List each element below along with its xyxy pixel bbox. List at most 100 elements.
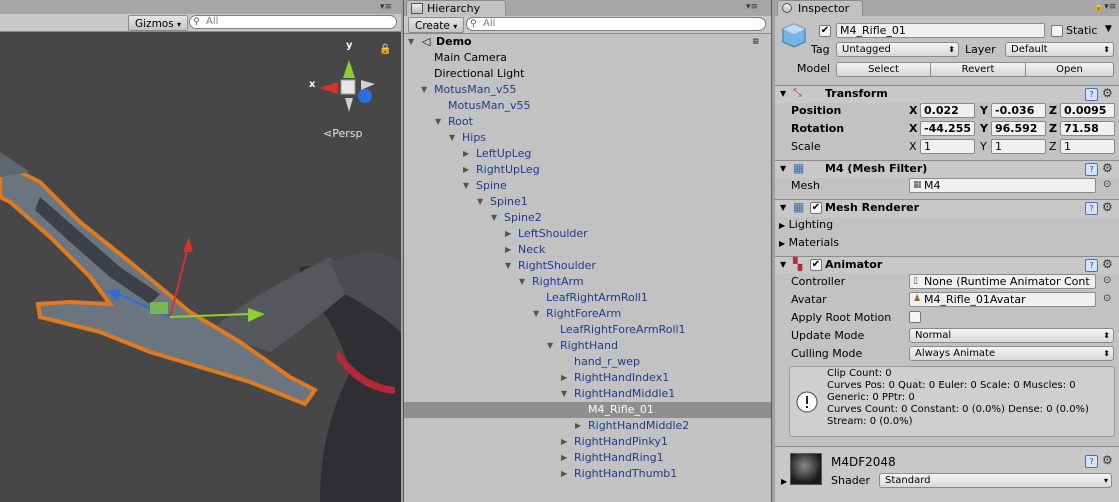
position-z-label[interactable]: Z (1049, 104, 1057, 117)
persp-toggle[interactable]: ⋖Persp (323, 127, 362, 140)
object-picker-icon[interactable]: ⊙ (1103, 293, 1111, 304)
chevron-down-icon[interactable]: ▼ (1105, 24, 1112, 34)
object-name-field[interactable]: M4_Rifle_01 (836, 23, 1045, 38)
position-x-field[interactable]: 0.022 (920, 103, 975, 118)
hierarchy-item[interactable]: ▼ Spine2 (404, 210, 771, 226)
tab-hierarchy[interactable]: Hierarchy (406, 0, 506, 16)
create-button[interactable]: Create ▾ (408, 17, 465, 33)
scene-menu-icon[interactable]: ▾≡ (380, 2, 392, 12)
rotation-x-label[interactable]: X (909, 122, 917, 135)
lock-icon[interactable]: 🔒▾≡ (1093, 2, 1116, 12)
help-icon[interactable]: ? (1085, 88, 1098, 101)
rotation-y-label[interactable]: Y (980, 122, 988, 135)
shader-dropdown[interactable]: Standard ▾ (879, 473, 1112, 488)
hierarchy-item[interactable]: ▶ RightHandMiddle2 (404, 418, 771, 434)
expand-arrow-icon[interactable]: ▶ (575, 418, 581, 434)
mesh-field[interactable]: ▦ M4 (909, 178, 1096, 193)
collapse-arrow-icon[interactable]: ▼ (533, 306, 539, 322)
hierarchy-item[interactable]: ▶ Neck (404, 242, 771, 258)
hierarchy-item[interactable]: LeafRightForeArmRoll1 (404, 322, 771, 338)
hierarchy-item[interactable]: ▶ RightHandPinky1 (404, 434, 771, 450)
expand-arrow-icon[interactable]: ▼ (408, 34, 414, 50)
collapse-arrow-icon[interactable]: ▼ (491, 210, 497, 226)
collapse-arrow-icon[interactable]: ▼ (505, 258, 511, 274)
hierarchy-item[interactable]: ▼ RightArm (404, 274, 771, 290)
scene-menu-icon[interactable]: ≡ (752, 34, 760, 50)
scale-y-label[interactable]: Y (980, 140, 987, 153)
expand-arrow-icon[interactable]: ▶ (463, 146, 469, 162)
position-y-field[interactable]: -0.036 (991, 103, 1046, 118)
collapse-arrow-icon[interactable]: ▼ (561, 386, 567, 402)
hierarchy-item[interactable]: ▶ LeftUpLeg (404, 146, 771, 162)
scene-root-row[interactable]: ▼ ◁ Demo ≡ (404, 34, 771, 50)
mesh-renderer-header[interactable]: ▼ ▦ ✔ Mesh Renderer ? ⚙ (775, 199, 1119, 217)
gear-icon[interactable]: ⚙ (1102, 453, 1113, 467)
collapse-arrow-icon[interactable]: ▼ (421, 82, 427, 98)
layer-dropdown[interactable]: Default ⬍ (1005, 42, 1114, 57)
tab-inspector[interactable]: Inspector (777, 0, 863, 16)
collapse-arrow-icon[interactable]: ▼ (477, 194, 483, 210)
collapse-arrow-icon[interactable]: ▼ (449, 130, 455, 146)
gear-icon[interactable]: ⚙ (1102, 86, 1113, 100)
help-icon[interactable]: ? (1085, 455, 1098, 468)
help-icon[interactable]: ? (1085, 163, 1098, 176)
collapse-arrow-icon[interactable]: ▼ (519, 274, 525, 290)
help-icon[interactable]: ? (1085, 202, 1098, 215)
active-checkbox[interactable]: ✔ (819, 25, 831, 37)
scene-search-input[interactable]: ⚲ All (189, 15, 397, 29)
hierarchy-item[interactable]: Directional Light (404, 66, 771, 82)
fold-arrow-icon[interactable]: ▼ (780, 260, 786, 269)
hierarchy-search-input[interactable]: ⚲ All (466, 17, 766, 31)
hierarchy-item-selected[interactable]: M4_Rifle_01 (404, 402, 771, 418)
scale-y-field[interactable]: 1 (991, 139, 1046, 154)
hierarchy-item[interactable]: ▼ RightHandMiddle1 (404, 386, 771, 402)
hierarchy-item[interactable]: ▼ Spine (404, 178, 771, 194)
mesh-filter-header[interactable]: ▼ ▦ M4 (Mesh Filter) ? ⚙ (775, 160, 1119, 178)
rotation-z-field[interactable]: 71.58 (1060, 121, 1115, 136)
collapse-arrow-icon[interactable]: ▼ (435, 114, 441, 130)
hierarchy-item[interactable]: ▼ RightHand (404, 338, 771, 354)
static-checkbox[interactable] (1051, 25, 1063, 37)
hierarchy-item[interactable]: ▶ RightUpLeg (404, 162, 771, 178)
position-z-field[interactable]: 0.0095 (1060, 103, 1115, 118)
culling-mode-dropdown[interactable]: Always Animate ⬍ (909, 346, 1114, 361)
scale-x-label[interactable]: X (909, 140, 917, 153)
fold-arrow-icon[interactable]: ▼ (780, 164, 786, 173)
expand-arrow-icon[interactable]: ▶ (505, 242, 511, 258)
object-picker-icon[interactable]: ⊙ (1103, 275, 1111, 286)
hierarchy-item[interactable]: LeafRightArmRoll1 (404, 290, 771, 306)
expand-arrow-icon[interactable]: ▶ (505, 226, 511, 242)
mesh-renderer-enabled-checkbox[interactable]: ✔ (810, 202, 822, 214)
orientation-gizmo[interactable] (305, 40, 385, 120)
help-icon[interactable]: ? (1085, 259, 1098, 272)
hierarchy-item[interactable]: Main Camera (404, 50, 771, 66)
lock-icon[interactable]: 🔒 (379, 44, 391, 55)
fold-arrow-icon[interactable]: ▼ (780, 203, 786, 212)
position-x-label[interactable]: X (909, 104, 917, 117)
expand-arrow-icon[interactable]: ▶ (561, 434, 567, 450)
expand-arrow-icon[interactable]: ▶ (463, 162, 469, 178)
hierarchy-item[interactable]: hand_r_wep (404, 354, 771, 370)
hierarchy-item[interactable]: ▶ RightHandIndex1 (404, 370, 771, 386)
apply-root-motion-checkbox[interactable] (909, 311, 921, 323)
transform-header[interactable]: ▼ ⤡ Transform ? ⚙ (775, 85, 1119, 103)
avatar-field[interactable]: ♟ M4_Rifle_01Avatar (909, 292, 1096, 307)
scale-z-label[interactable]: Z (1049, 140, 1057, 153)
object-picker-icon[interactable]: ⊙ (1103, 179, 1111, 190)
hierarchy-item[interactable]: ▼ Root (404, 114, 771, 130)
controller-field[interactable]: ▯ None (Runtime Animator Cont (909, 274, 1096, 289)
hierarchy-item[interactable]: MotusMan_v55 (404, 98, 771, 114)
hierarchy-item[interactable]: ▼ MotusMan_v55 (404, 82, 771, 98)
hierarchy-item[interactable]: ▼ RightForeArm (404, 306, 771, 322)
gizmos-button[interactable]: Gizmos ▾ (128, 15, 189, 31)
fold-arrow-icon[interactable]: ▶ (781, 477, 787, 486)
gear-icon[interactable]: ⚙ (1102, 257, 1113, 271)
open-button[interactable]: Open (1025, 62, 1114, 77)
fold-arrow-icon[interactable]: ▼ (780, 89, 786, 98)
scale-z-field[interactable]: 1 (1060, 139, 1115, 154)
rotation-y-field[interactable]: 96.592 (991, 121, 1046, 136)
expand-arrow-icon[interactable]: ▶ (561, 466, 567, 482)
hierarchy-item[interactable]: ▶ LeftShoulder (404, 226, 771, 242)
revert-button[interactable]: Revert (930, 62, 1026, 77)
gear-icon[interactable]: ⚙ (1102, 161, 1113, 175)
